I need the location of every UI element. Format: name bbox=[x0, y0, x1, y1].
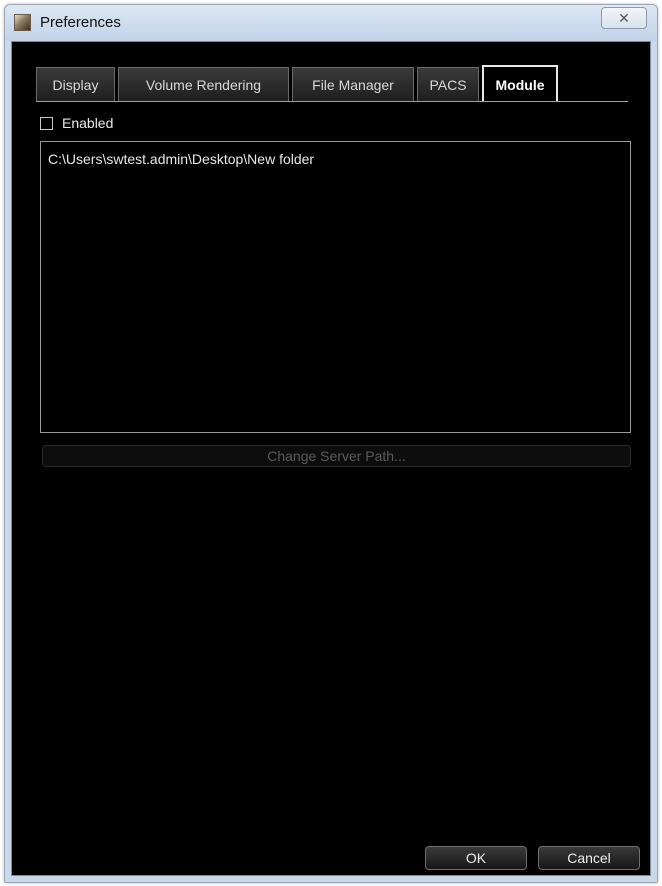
tab-label: PACS bbox=[429, 76, 467, 93]
enabled-row: Enabled bbox=[40, 115, 113, 131]
cancel-button[interactable]: Cancel bbox=[538, 846, 640, 870]
title-bar: Preferences ✕ bbox=[5, 5, 657, 41]
tab-pacs[interactable]: PACS bbox=[417, 67, 479, 101]
tab-display[interactable]: Display bbox=[36, 67, 115, 101]
button-label: OK bbox=[465, 850, 487, 866]
tab-volume-rendering[interactable]: Volume Rendering bbox=[118, 67, 289, 101]
server-path-list[interactable]: C:\Users\swtest.admin\Desktop\New folder bbox=[40, 141, 631, 433]
tab-module[interactable]: Module bbox=[482, 65, 558, 102]
enabled-label: Enabled bbox=[62, 115, 114, 131]
tab-divider bbox=[36, 101, 628, 102]
tab-file-manager[interactable]: File Manager bbox=[292, 67, 414, 101]
tab-label: Module bbox=[495, 76, 545, 93]
ok-button[interactable]: OK bbox=[425, 846, 527, 870]
list-item[interactable]: C:\Users\swtest.admin\Desktop\New folder bbox=[48, 151, 314, 167]
close-icon: ✕ bbox=[618, 9, 630, 26]
button-label: Change Server Path... bbox=[267, 448, 406, 464]
tab-label: Display bbox=[52, 76, 99, 93]
preferences-window: Preferences ✕ Display Volume Rendering F… bbox=[4, 4, 658, 883]
close-button[interactable]: ✕ bbox=[601, 7, 647, 29]
window-title: Preferences bbox=[40, 14, 121, 31]
change-server-path-button[interactable]: Change Server Path... bbox=[42, 445, 631, 467]
preferences-content: Display Volume Rendering File Manager PA… bbox=[11, 41, 651, 876]
tab-label: Volume Rendering bbox=[145, 76, 262, 93]
tab-label: File Manager bbox=[312, 76, 394, 93]
enabled-checkbox[interactable] bbox=[40, 116, 53, 130]
button-label: Cancel bbox=[567, 850, 611, 866]
app-icon bbox=[14, 14, 31, 31]
